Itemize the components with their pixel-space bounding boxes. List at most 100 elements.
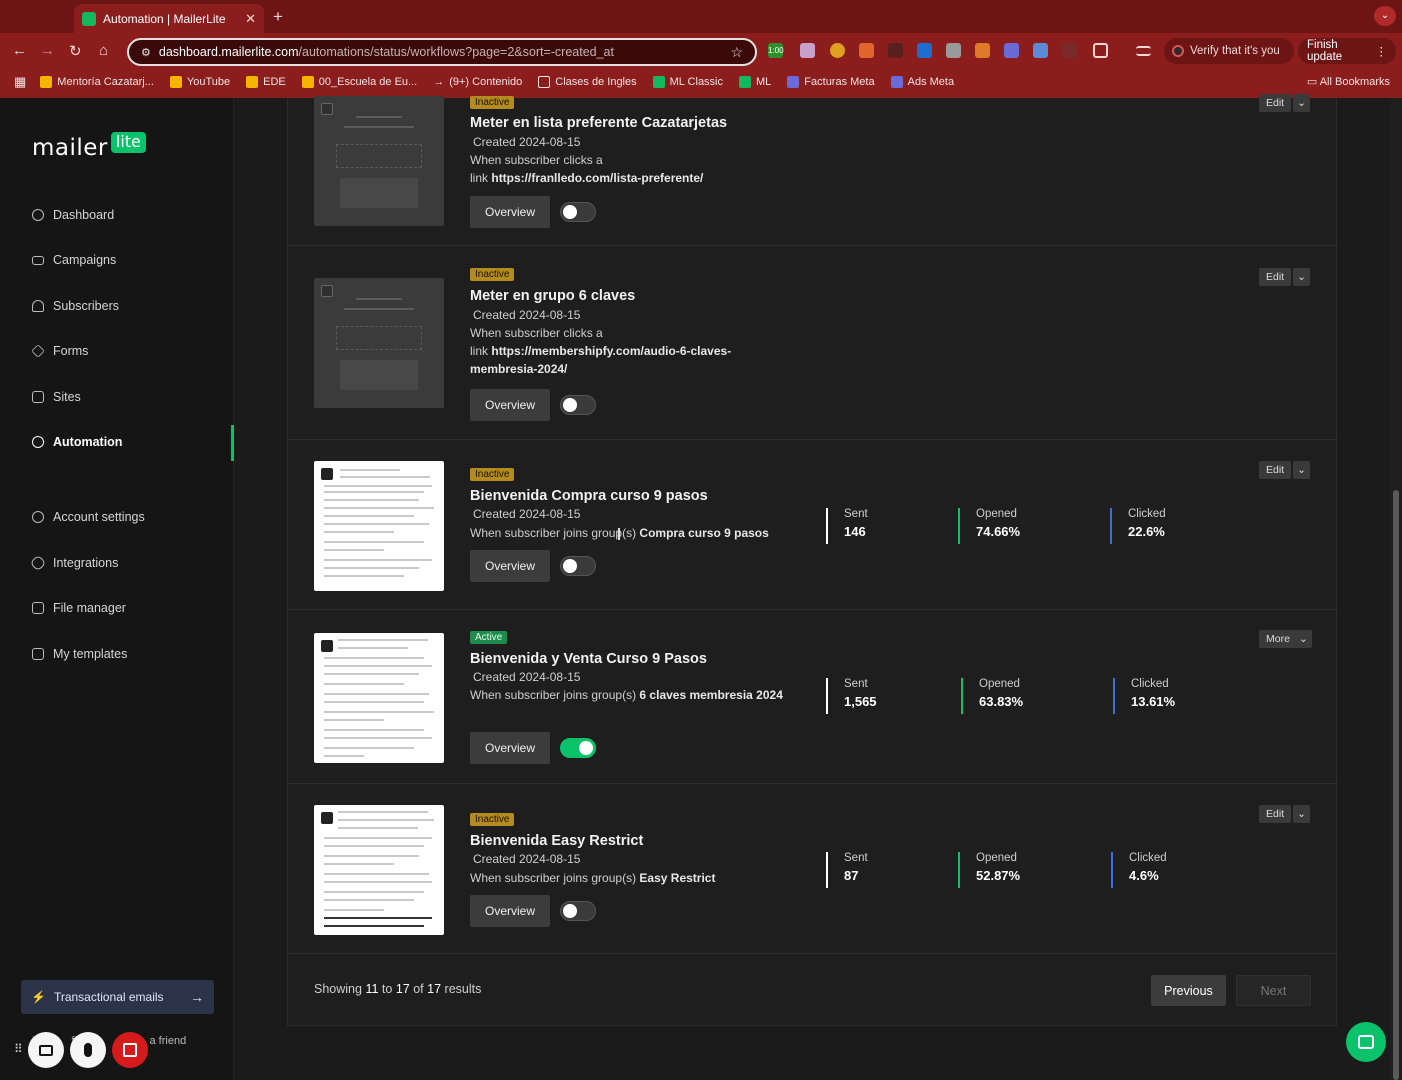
overview-button[interactable]: Overview: [470, 550, 550, 582]
extension-tag-icon[interactable]: [1033, 43, 1048, 58]
bookmark-item[interactable]: → (9+) Contenido: [433, 76, 522, 88]
sidebar-item-integrations[interactable]: Integrations: [29, 554, 118, 572]
overview-button[interactable]: Overview: [470, 196, 550, 228]
more-button-group[interactable]: More ⌄: [1259, 630, 1312, 648]
edit-button-group[interactable]: Edit ⌄: [1259, 94, 1310, 112]
workflow-title[interactable]: Bienvenida y Venta Curso 9 Pasos: [470, 651, 707, 667]
chat-support-button[interactable]: [1346, 1022, 1386, 1062]
drive-icon: [40, 76, 53, 88]
workflow-title[interactable]: Bienvenida Easy Restrict: [470, 833, 643, 849]
site-info-icon[interactable]: ⚙: [141, 46, 151, 59]
sidebar-item-sites[interactable]: Sites: [32, 390, 81, 404]
next-page-button[interactable]: Next: [1236, 975, 1311, 1006]
workflow-thumbnail[interactable]: [314, 96, 444, 226]
sidebar-item-account-settings[interactable]: Account settings: [32, 510, 145, 524]
kebab-menu-icon[interactable]: ⋮: [1376, 44, 1388, 58]
bookmark-item[interactable]: 00_Escuela de Eu...: [301, 76, 417, 88]
bookmark-star-icon[interactable]: ☆: [730, 44, 743, 61]
chevron-down-icon[interactable]: ⌄: [1293, 268, 1310, 286]
microphone-toggle-button[interactable]: [70, 1032, 106, 1068]
row-checkbox[interactable]: [321, 285, 333, 297]
reload-icon[interactable]: ↻: [69, 42, 82, 60]
stop-recording-button[interactable]: [112, 1032, 148, 1068]
reading-list-icon[interactable]: [1136, 46, 1151, 56]
edit-button[interactable]: Edit: [1259, 805, 1292, 823]
workflow-thumbnail[interactable]: [314, 278, 444, 408]
row-checkbox[interactable]: [321, 812, 333, 824]
forward-icon[interactable]: →: [40, 42, 55, 59]
tab-search-icon[interactable]: ⌄: [1374, 6, 1396, 26]
extension-flash-icon[interactable]: [859, 43, 874, 58]
apps-grid-icon[interactable]: ▦: [14, 74, 26, 90]
close-tab-icon[interactable]: ✕: [245, 11, 256, 27]
chevron-down-icon[interactable]: ⌄: [1294, 630, 1312, 648]
all-bookmarks-folder[interactable]: ▭ All Bookmarks: [1307, 75, 1390, 88]
edit-button[interactable]: Edit: [1259, 94, 1292, 112]
browser-tab[interactable]: Automation | MailerLite ✕: [74, 4, 264, 33]
extension-timer-icon[interactable]: 1:00: [768, 43, 784, 58]
extension-bulb-icon[interactable]: [830, 43, 845, 58]
overview-button[interactable]: Overview: [470, 895, 550, 927]
workflow-toggle[interactable]: [560, 738, 596, 758]
bookmark-item[interactable]: Facturas Meta: [787, 76, 875, 88]
workflow-thumbnail[interactable]: [314, 461, 444, 591]
drag-handle-icon[interactable]: ⠿: [14, 1042, 23, 1058]
workflow-title[interactable]: Bienvenida Compra curso 9 pasos: [470, 488, 708, 504]
finish-update-button[interactable]: Finish update ⋮: [1298, 38, 1396, 64]
extension-pen-icon[interactable]: [888, 43, 903, 58]
sidebar-item-campaigns[interactable]: Campaigns: [32, 253, 116, 267]
camera-toggle-button[interactable]: [28, 1032, 64, 1068]
extension-mail-icon[interactable]: [800, 43, 815, 58]
overview-button[interactable]: Overview: [470, 389, 550, 421]
workflow-toggle[interactable]: [560, 556, 596, 576]
sidebar-item-file-manager[interactable]: File manager: [32, 601, 126, 615]
sidebar-item-dashboard[interactable]: Dashboard: [32, 208, 114, 222]
workflow-title[interactable]: Meter en grupo 6 claves: [470, 288, 635, 304]
workflow-thumbnail[interactable]: [314, 633, 444, 763]
sidebar-item-subscribers[interactable]: Subscribers: [32, 299, 119, 313]
home-icon[interactable]: ⌂: [99, 42, 108, 59]
back-icon[interactable]: ←: [12, 42, 27, 59]
sidebar-item-forms[interactable]: Forms: [31, 344, 88, 358]
address-bar[interactable]: ⚙ dashboard.mailerlite.com /automations/…: [127, 38, 757, 66]
chevron-down-icon[interactable]: ⌄: [1293, 805, 1310, 823]
edit-button-group[interactable]: Edit ⌄: [1259, 805, 1310, 823]
workflow-toggle[interactable]: [560, 395, 596, 415]
workflow-toggle[interactable]: [560, 901, 596, 921]
bookmark-item[interactable]: ML Classic: [652, 76, 723, 88]
mailerlite-logo[interactable]: mailer lite: [32, 132, 146, 161]
edit-button[interactable]: Edit: [1259, 461, 1292, 479]
extensions-puzzle-icon[interactable]: [1093, 43, 1108, 58]
chevron-down-icon[interactable]: ⌄: [1293, 461, 1310, 479]
bookmark-item[interactable]: EDE: [246, 76, 286, 88]
bookmark-item[interactable]: Ads Meta: [890, 76, 954, 88]
workflow-title[interactable]: Meter en lista preferente Cazatarjetas: [470, 115, 727, 131]
bookmark-item[interactable]: ML: [739, 76, 771, 88]
edit-button-group[interactable]: Edit ⌄: [1259, 268, 1310, 286]
row-checkbox[interactable]: [321, 640, 333, 652]
previous-page-button[interactable]: Previous: [1151, 975, 1226, 1006]
extension-shield-icon[interactable]: [1062, 43, 1077, 58]
chevron-down-icon[interactable]: ⌄: [1293, 94, 1310, 112]
sidebar-item-my-templates[interactable]: My templates: [32, 647, 127, 661]
extension-play-icon[interactable]: [917, 43, 932, 58]
overview-button[interactable]: Overview: [470, 732, 550, 764]
scrollbar-thumb[interactable]: [1393, 490, 1399, 1080]
row-checkbox[interactable]: [321, 103, 333, 115]
extension-camera-icon[interactable]: [946, 43, 961, 58]
workflow-thumbnail[interactable]: [314, 805, 444, 935]
extension-cloud-icon[interactable]: [1004, 43, 1019, 58]
bookmark-item[interactable]: Mentoría Cazatarj...: [40, 76, 154, 88]
edit-button-group[interactable]: Edit ⌄: [1259, 461, 1310, 479]
transactional-emails-button[interactable]: ⚡ Transactional emails →: [21, 980, 214, 1014]
new-tab-icon[interactable]: +: [273, 7, 283, 27]
verify-identity-chip[interactable]: Verify that it's you: [1164, 38, 1294, 64]
edit-button[interactable]: Edit: [1259, 268, 1292, 286]
sidebar-item-automation[interactable]: Automation: [32, 435, 122, 449]
more-button[interactable]: More: [1259, 630, 1297, 648]
extension-fox-icon[interactable]: [975, 43, 990, 58]
row-checkbox[interactable]: [321, 468, 333, 480]
bookmark-item[interactable]: YouTube: [169, 76, 230, 88]
workflow-toggle[interactable]: [560, 202, 596, 222]
bookmark-item[interactable]: Clases de Ingles: [538, 76, 637, 88]
